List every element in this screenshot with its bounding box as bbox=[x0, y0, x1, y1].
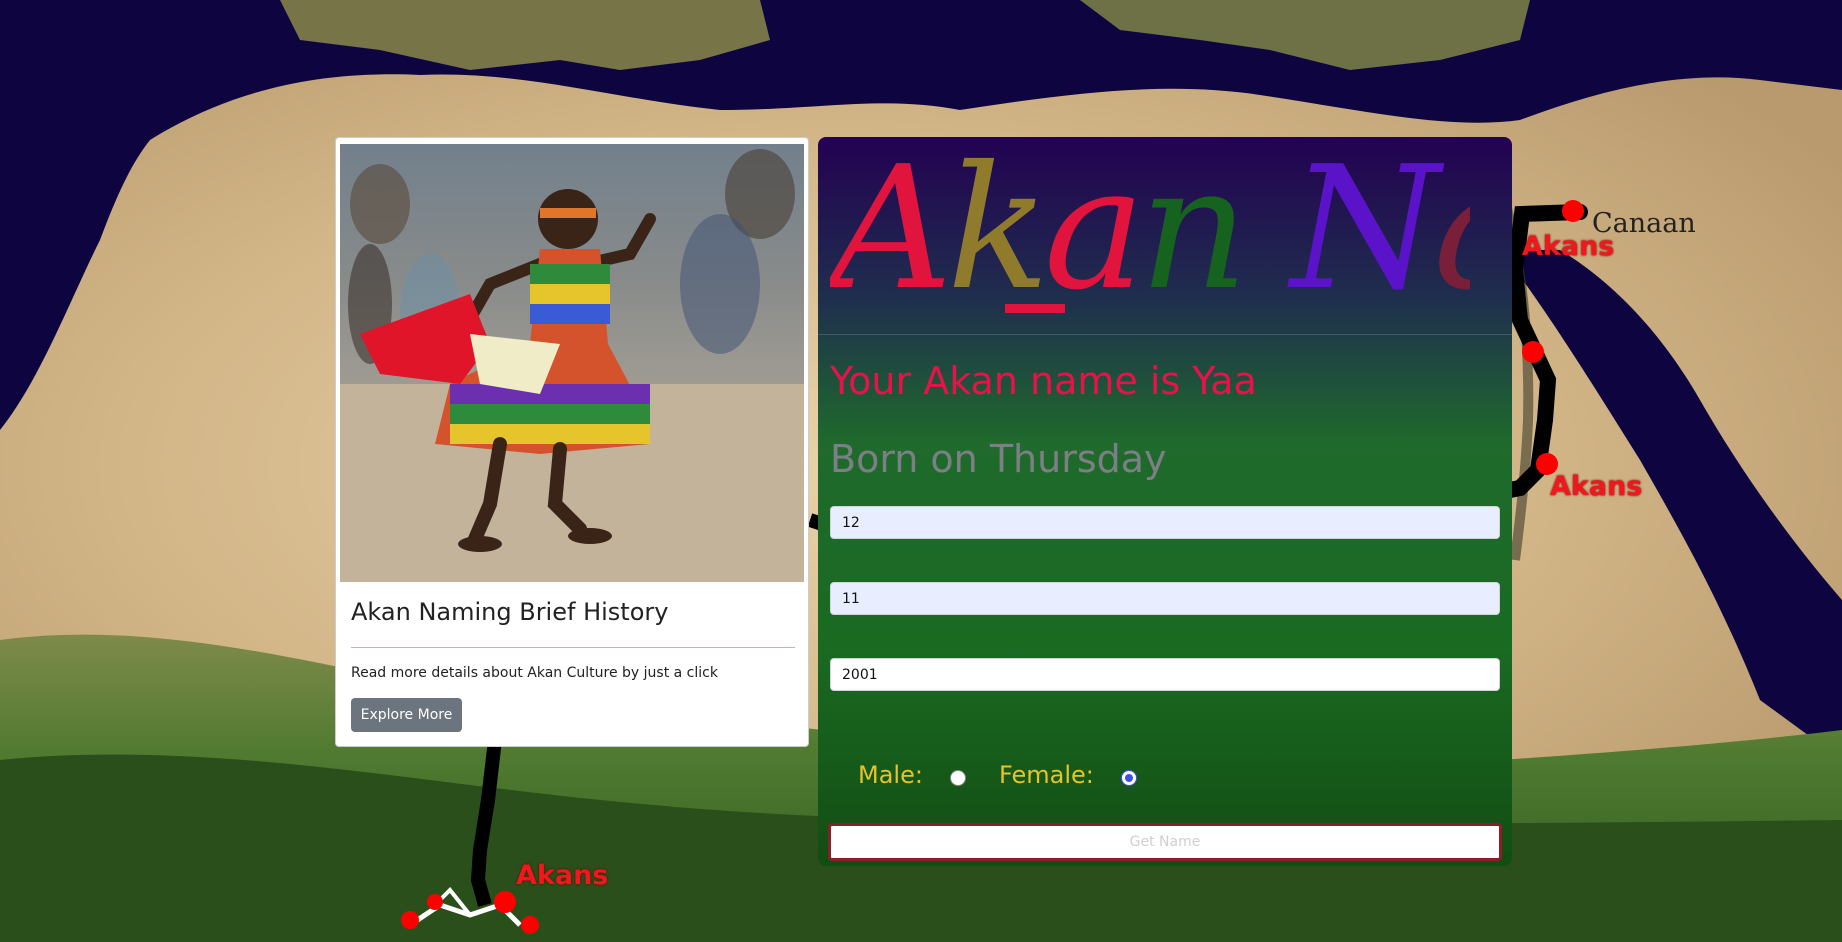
month-input[interactable] bbox=[830, 582, 1500, 615]
card-description: Read more details about Akan Culture by … bbox=[351, 665, 718, 681]
year-input[interactable] bbox=[830, 658, 1500, 691]
logo-underline bbox=[1005, 304, 1065, 313]
logo-letter: a bbox=[1433, 137, 1470, 322]
dancer-photo bbox=[340, 144, 804, 582]
logo-letter: A bbox=[830, 137, 947, 322]
map-label-akans-west: Akans bbox=[516, 860, 609, 891]
dancer-illustration bbox=[340, 144, 804, 582]
akan-form-panel: Akan Names Your Akan name is Yaa Born on… bbox=[818, 137, 1512, 866]
female-label: Female: bbox=[999, 761, 1094, 789]
get-name-button[interactable]: Get Name bbox=[828, 823, 1502, 861]
logo-letter: N bbox=[1287, 137, 1445, 322]
male-label: Male: bbox=[858, 761, 923, 789]
card-divider bbox=[351, 647, 795, 648]
born-day-result: Born on Thursday bbox=[830, 437, 1167, 481]
female-radio[interactable] bbox=[1121, 770, 1137, 786]
map-label-akans-east: Akans bbox=[1550, 471, 1643, 502]
logo-letter: a bbox=[1044, 137, 1139, 322]
logo-letter bbox=[1243, 137, 1291, 322]
explore-more-button[interactable]: Explore More bbox=[351, 698, 462, 732]
card-title: Akan Naming Brief History bbox=[351, 598, 669, 626]
svg-text:Akan Names: Akan Names bbox=[830, 137, 1470, 322]
akan-name-result: Your Akan name is Yaa bbox=[830, 359, 1257, 403]
male-radio[interactable] bbox=[950, 770, 966, 786]
logo-letter: n bbox=[1139, 137, 1243, 322]
history-card: Akan Naming Brief History Read more deta… bbox=[335, 137, 809, 747]
panel-divider bbox=[818, 334, 1512, 335]
day-input[interactable] bbox=[830, 506, 1500, 539]
logo-letter: k bbox=[947, 137, 1044, 322]
logo-wordmark: Akan Names bbox=[818, 137, 1512, 328]
map-label-akans-north: Akans bbox=[1522, 231, 1615, 262]
akan-names-logo: Akan Names bbox=[818, 137, 1512, 328]
